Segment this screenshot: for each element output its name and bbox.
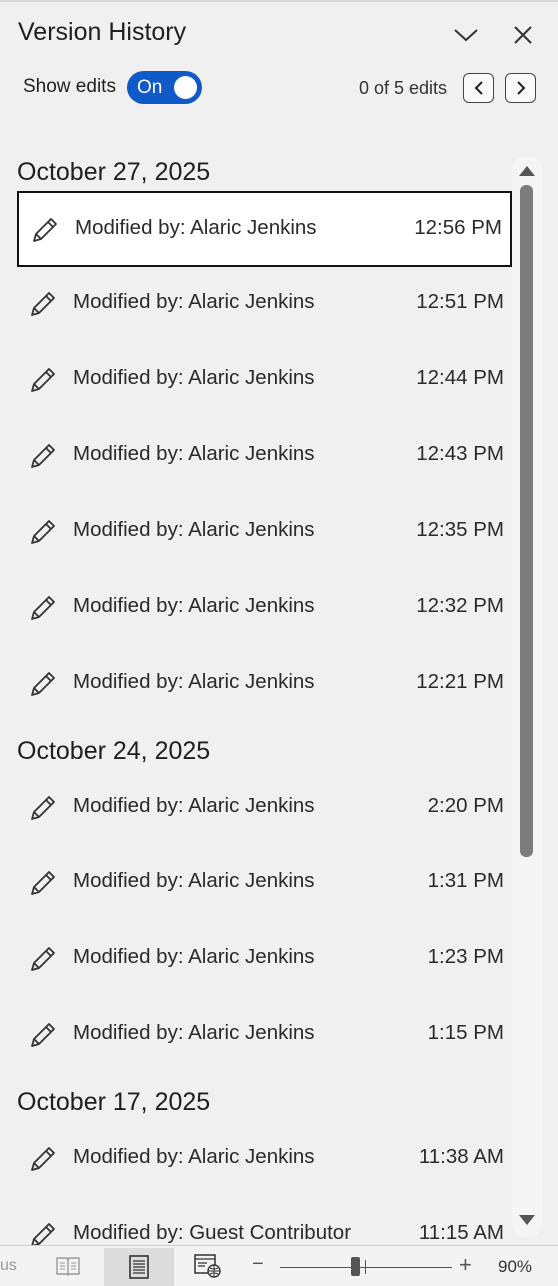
entry-author: Modified by: Alaric Jenkins: [73, 1021, 315, 1044]
pencil-icon: [27, 668, 59, 700]
vertical-scrollbar[interactable]: [512, 157, 542, 1237]
entry-author: Modified by: Alaric Jenkins: [73, 594, 315, 617]
chevron-left-icon: [474, 81, 483, 95]
toggle-knob: [174, 76, 197, 99]
toggle-state-label: On: [137, 77, 163, 98]
entry-time: 12:43 PM: [416, 442, 504, 465]
version-entry[interactable]: Modified by: Alaric Jenkins 12:35 PM: [17, 495, 512, 571]
zoom-out-button[interactable]: −: [252, 1253, 264, 1276]
version-entry[interactable]: Modified by: Alaric Jenkins 1:23 PM: [17, 922, 512, 998]
panel-header: Version History: [0, 0, 558, 70]
entry-time: 2:20 PM: [427, 794, 504, 817]
version-entry[interactable]: Modified by: Alaric Jenkins 12:32 PM: [17, 571, 512, 647]
pencil-icon: [27, 288, 59, 320]
version-entry[interactable]: Modified by: Alaric Jenkins 1:31 PM: [17, 846, 512, 922]
version-entry[interactable]: Modified by: Alaric Jenkins 2:20 PM: [17, 771, 512, 847]
entry-time: 12:51 PM: [416, 290, 504, 313]
entry-author: Modified by: Guest Contributor: [73, 1221, 352, 1244]
pencil-icon: [27, 1219, 59, 1245]
web-layout-icon[interactable]: [190, 1251, 226, 1281]
pencil-icon: [27, 943, 59, 975]
pencil-icon: [27, 440, 59, 472]
entry-time: 11:15 AM: [418, 1221, 504, 1244]
scroll-thumb[interactable]: [520, 185, 533, 857]
pencil-icon: [27, 516, 59, 548]
entry-author: Modified by: Alaric Jenkins: [73, 670, 315, 693]
pencil-icon: [27, 592, 59, 624]
previous-edit-button[interactable]: [463, 73, 494, 103]
entry-time: 12:21 PM: [416, 670, 504, 693]
version-entry[interactable]: Modified by: Alaric Jenkins 1:15 PM: [17, 998, 512, 1074]
pencil-icon: [27, 364, 59, 396]
version-entry[interactable]: Modified by: Alaric Jenkins 12:51 PM: [17, 267, 512, 343]
show-edits-row: Show edits On 0 of 5 edits: [0, 68, 558, 112]
version-list: October 27, 2025 Modified by: Alaric Jen…: [0, 150, 512, 1245]
entry-time: 11:38 AM: [418, 1145, 504, 1168]
edit-count: 0 of 5 edits: [359, 78, 448, 98]
close-icon[interactable]: [508, 20, 538, 50]
zoom-slider-track[interactable]: [280, 1267, 452, 1268]
pencil-icon: [27, 867, 59, 899]
group-date-heading: October 27, 2025: [17, 158, 211, 186]
panel-title: Version History: [18, 18, 187, 46]
version-entry[interactable]: Modified by: Alaric Jenkins 12:44 PM: [17, 343, 512, 419]
zoom-slider-thumb[interactable]: [351, 1257, 360, 1276]
pencil-icon: [27, 792, 59, 824]
chevron-down-icon[interactable]: [451, 20, 481, 50]
version-entry[interactable]: Modified by: Alaric Jenkins 12:43 PM: [17, 419, 512, 495]
show-edits-toggle[interactable]: On: [127, 71, 202, 104]
print-layout-icon[interactable]: [104, 1248, 174, 1286]
entry-author: Modified by: Alaric Jenkins: [73, 869, 315, 892]
status-text-clipped: us: [0, 1257, 17, 1274]
version-entry[interactable]: Modified by: Guest Contributor 11:15 AM: [17, 1198, 512, 1245]
chevron-right-icon: [516, 81, 525, 95]
zoom-level[interactable]: 90%: [498, 1257, 532, 1277]
entry-time: 12:32 PM: [416, 594, 504, 617]
entry-time: 12:44 PM: [416, 366, 504, 389]
entry-time: 1:23 PM: [427, 945, 504, 968]
status-bar: us − + 90%: [0, 1245, 558, 1286]
group-date-heading: October 24, 2025: [17, 737, 211, 765]
entry-time: 1:31 PM: [427, 869, 504, 892]
version-entry[interactable]: Modified by: Alaric Jenkins 11:38 AM: [17, 1122, 512, 1198]
pencil-icon: [27, 1019, 59, 1051]
next-edit-button[interactable]: [505, 73, 536, 103]
entry-author: Modified by: Alaric Jenkins: [75, 216, 317, 239]
entry-author: Modified by: Alaric Jenkins: [73, 290, 315, 313]
zoom-slider-center-tick: [365, 1260, 366, 1274]
entry-author: Modified by: Alaric Jenkins: [73, 794, 315, 817]
entry-author: Modified by: Alaric Jenkins: [73, 1145, 315, 1168]
entry-author: Modified by: Alaric Jenkins: [73, 945, 315, 968]
scroll-down-arrow-icon[interactable]: [519, 1215, 535, 1225]
entry-author: Modified by: Alaric Jenkins: [73, 366, 315, 389]
pencil-icon: [27, 1143, 59, 1175]
entry-author: Modified by: Alaric Jenkins: [73, 442, 315, 465]
scroll-up-arrow-icon[interactable]: [519, 166, 535, 176]
read-mode-icon[interactable]: [50, 1251, 86, 1281]
group-date-heading: October 17, 2025: [17, 1088, 211, 1116]
zoom-in-button[interactable]: +: [459, 1252, 472, 1278]
version-entry[interactable]: Modified by: Alaric Jenkins 12:21 PM: [17, 647, 512, 723]
entry-time: 12:35 PM: [416, 518, 504, 541]
version-entry[interactable]: Modified by: Alaric Jenkins 12:56 PM: [17, 191, 512, 267]
entry-author: Modified by: Alaric Jenkins: [73, 518, 315, 541]
pencil-icon: [29, 214, 61, 246]
entry-time: 1:15 PM: [427, 1021, 504, 1044]
entry-time: 12:56 PM: [414, 216, 502, 239]
show-edits-label: Show edits: [23, 76, 116, 97]
